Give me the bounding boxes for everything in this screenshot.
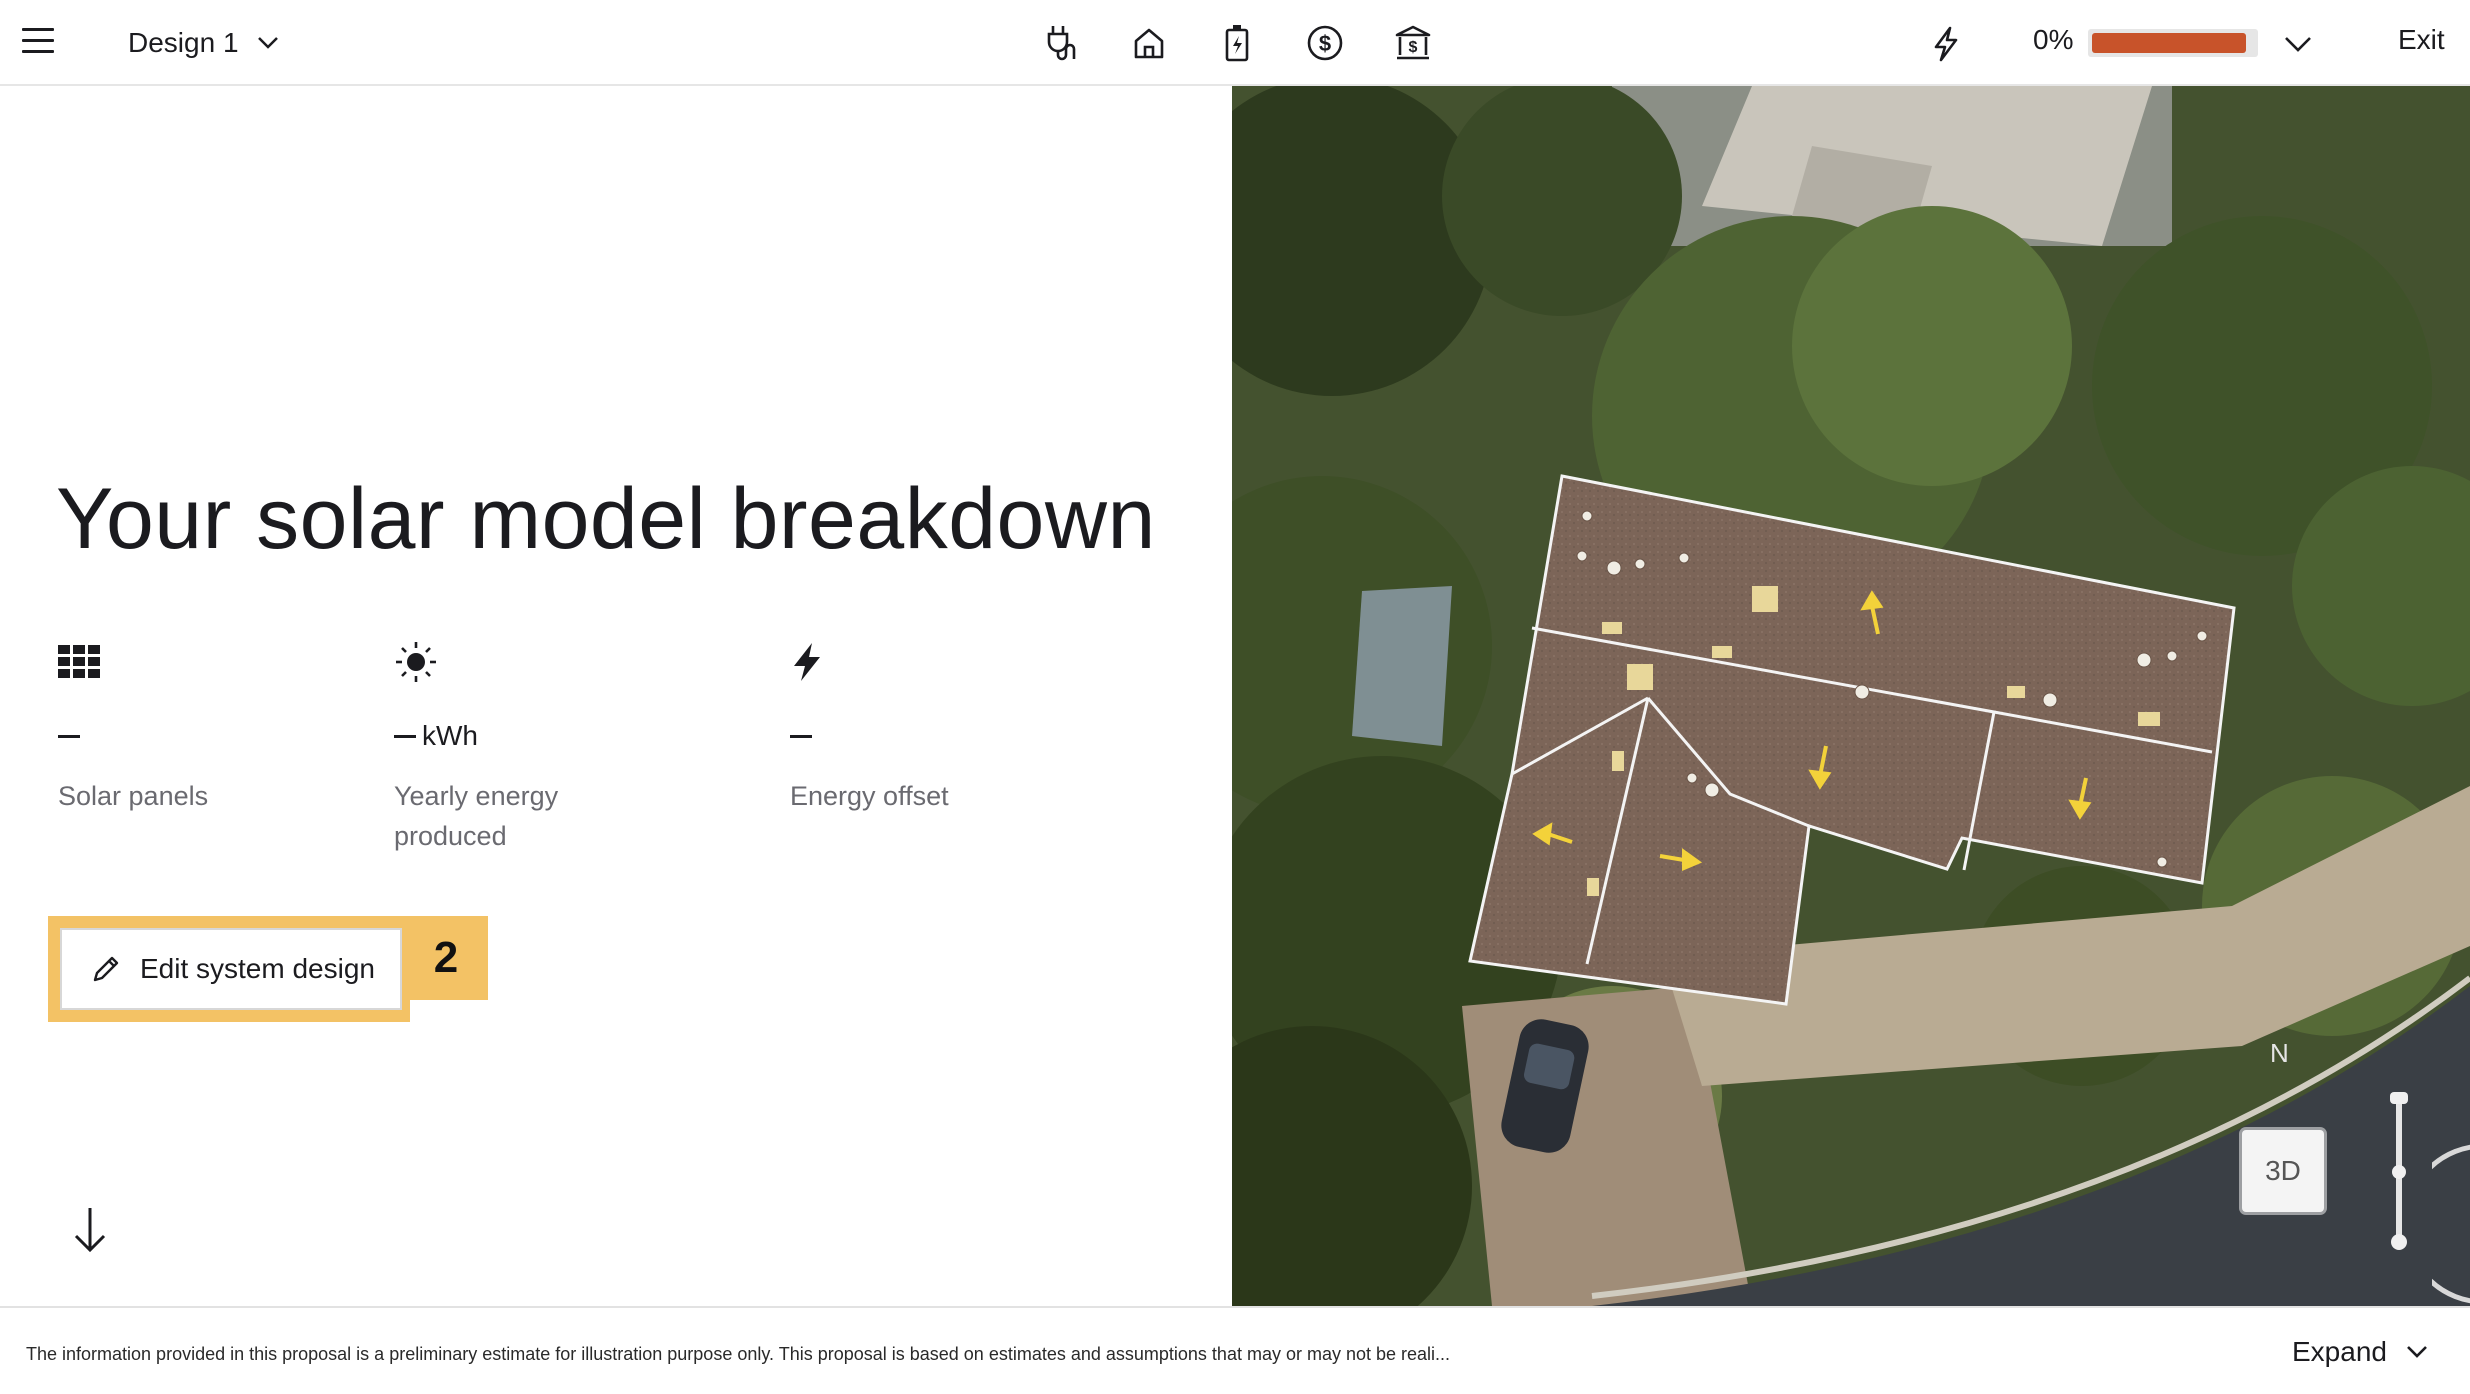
page-title: Your solar model breakdown xyxy=(56,471,1156,567)
solar-panels-value xyxy=(58,710,358,752)
arrow-down-icon[interactable] xyxy=(66,1204,114,1256)
zoom-slider[interactable] xyxy=(2390,1092,2408,1252)
pencil-icon xyxy=(93,956,119,982)
design-name: Design 1 xyxy=(128,27,239,58)
yearly-energy-value: kWh xyxy=(394,710,644,752)
chevron-down-icon xyxy=(257,37,278,49)
disclaimer-bar: The information provided in this proposa… xyxy=(0,1306,2470,1394)
stat-solar-panels: Solar panels xyxy=(58,634,358,816)
3d-view-label: 3D xyxy=(2265,1155,2301,1186)
grid-icon xyxy=(58,645,100,678)
3d-view-button[interactable]: 3D xyxy=(2242,1130,2324,1212)
satellite-imagery xyxy=(1232,86,2470,1306)
section-nav: $ $ xyxy=(1040,22,1480,64)
edit-system-design-button[interactable]: Edit system design xyxy=(60,928,402,1010)
home-icon[interactable] xyxy=(1128,22,1170,64)
step-badge-number: 2 xyxy=(433,933,459,982)
chevron-down-icon xyxy=(2407,1346,2427,1358)
bolt-icon[interactable] xyxy=(1926,24,1966,64)
stat-caption: Solar panels xyxy=(58,781,209,811)
stat-energy-offset: Energy offset xyxy=(790,634,1090,816)
svg-text:$: $ xyxy=(1319,31,1331,56)
design-selector[interactable]: Design 1 xyxy=(128,22,279,64)
stat-caption: Energy offset xyxy=(790,781,949,811)
stat-yearly-energy: kWh Yearly energy produced xyxy=(394,634,644,856)
yearly-energy-unit: kWh xyxy=(422,720,478,751)
stat-caption: Yearly energy produced xyxy=(394,781,559,851)
empty-value-dash xyxy=(394,735,416,738)
dollar-coin-icon[interactable]: $ xyxy=(1304,22,1346,64)
plug-icon[interactable] xyxy=(1040,22,1082,64)
battery-charge-icon[interactable] xyxy=(1216,22,1258,64)
energy-progress-fill xyxy=(2092,33,2246,53)
sun-icon xyxy=(396,642,436,682)
summary-panel: Your solar model breakdown Solar panels xyxy=(0,86,1232,1306)
empty-value-dash xyxy=(58,735,80,738)
exit-button[interactable]: Exit xyxy=(2398,24,2445,56)
north-label: N xyxy=(2270,1038,2289,1068)
energy-offset-value xyxy=(790,710,1090,752)
energy-progress-bar xyxy=(2088,29,2258,57)
hamburger-menu-icon[interactable] xyxy=(22,28,54,56)
edit-system-design-label: Edit system design xyxy=(140,953,375,984)
chevron-down-icon[interactable] xyxy=(2280,26,2316,62)
bolt-icon xyxy=(794,643,820,681)
expand-button[interactable]: Expand xyxy=(2292,1336,2429,1368)
top-bar: Design 1 $ $ 0% Exit xyxy=(0,0,2470,86)
step-badge: 2 xyxy=(404,916,488,1000)
empty-value-dash xyxy=(790,735,812,738)
svg-text:$: $ xyxy=(1409,39,1418,56)
energy-offset-percent: 0% xyxy=(2033,24,2074,55)
bank-icon[interactable]: $ xyxy=(1392,22,1434,64)
expand-label: Expand xyxy=(2292,1336,2387,1367)
aerial-map[interactable]: N 3D xyxy=(1232,86,2470,1306)
disclaimer-text: The information provided in this proposa… xyxy=(26,1344,1451,1364)
compass-control[interactable] xyxy=(2432,1122,2470,1306)
